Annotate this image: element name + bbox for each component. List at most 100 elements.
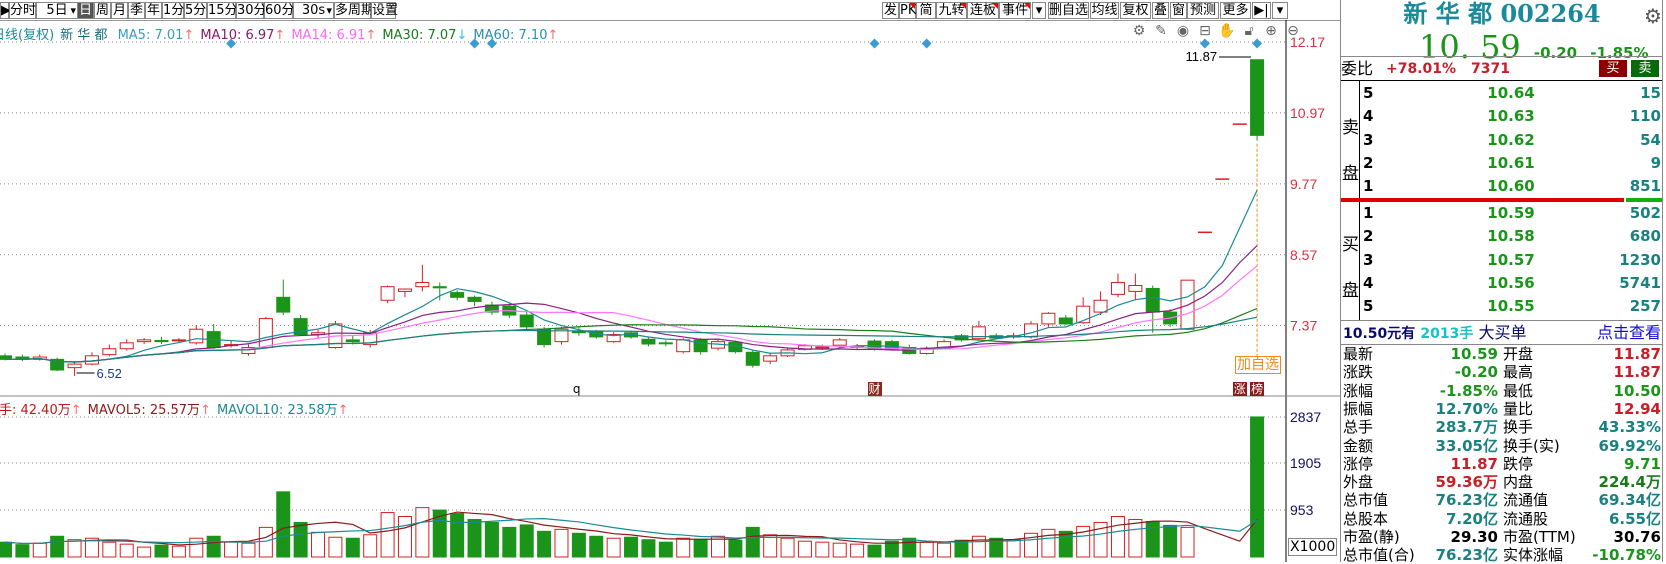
volume-bar [1250,416,1265,558]
candle-body [641,338,656,345]
big-order-row: 10.50元有 2013手 大买单 点击查看 [1343,322,1661,344]
stat-value: 12.70% [1435,399,1498,418]
candle-body [676,339,691,353]
asks-level-row[interactable]: 3 10.62 54 [1361,129,1663,152]
stat-label: 涨幅 [1343,381,1374,400]
volume: 9 [1650,153,1661,172]
view-big-order-link[interactable]: 点击查看 [1597,322,1661,344]
volume-bar [1163,524,1178,558]
stat-row: 总市值 76.23亿 流通值 69.34亿 [1341,491,1663,509]
bids-level-row[interactable]: 2 10.58 680 [1361,225,1663,248]
volume-bar [502,526,517,558]
event-diamond-icon [1199,38,1210,49]
sell-button[interactable]: 卖 [1631,60,1659,77]
stat-value: 6.55亿 [1608,509,1661,528]
candle-body [467,296,482,302]
volume-unit-label: X1000 [1288,538,1338,556]
stat-value: 59.36万 [1435,473,1498,492]
bids-level-row[interactable]: 5 10.55 257 [1361,295,1663,318]
event-marker[interactable]: q [572,382,582,396]
level: 4 [1363,273,1374,292]
stat-label: 涨跌 [1343,363,1374,382]
volume-bar [1145,520,1160,558]
kline-chart[interactable]: 12.17 10.97 9.77 8.57 7.37 2837 1905 953 11.87 6.… [0,0,1340,562]
volume-bar [467,518,482,558]
asks-level-row[interactable]: 2 10.61 9 [1361,152,1663,175]
candle-body [258,318,273,349]
event-marker[interactable]: 财 [867,382,882,396]
buy-side-label: 买盘 [1342,235,1359,301]
price-tick-label: 10.97 [1290,105,1325,121]
volume-bar [363,534,378,558]
level: 1 [1363,204,1374,222]
settings-icon[interactable]: ⚙ [1644,4,1662,28]
add-watchlist-button[interactable]: 加自选 [1235,356,1281,374]
stat-value: -10.78% [1592,546,1661,564]
volume-bar [119,543,134,558]
volume-bar [589,535,604,558]
level: 5 [1363,84,1374,102]
event-diamond-icon [469,38,480,49]
ma14-line [5,265,1258,363]
volume-bar [102,541,117,558]
volume-legend: 总手: 42.40万↑ MAVOL5: 25.57万↑ MAVOL10: 23.58… [0,399,355,418]
volume-bar [537,530,552,558]
price: 10.55 [1487,297,1535,316]
ma10-line [5,245,1258,363]
candle-body [693,339,708,353]
bids-level-row[interactable]: 4 10.56 5741 [1361,272,1663,295]
stat-value: 11.87 [1450,454,1498,473]
stat-label: 金额 [1343,436,1374,455]
asks-level-row[interactable]: 5 10.64 15 [1361,82,1663,105]
volume-tick-label: 953 [1290,502,1314,518]
event-marker[interactable]: 涨 [1232,382,1247,396]
buy-button[interactable]: 买 [1599,60,1627,77]
stat-label: 总股本 [1343,509,1389,528]
stat-row: 总市值(合) 76.23亿 实体涨幅 -10.78% [1341,546,1663,564]
volume-bar [954,539,969,558]
candle-body [171,339,186,342]
stat-label: 换手(实) [1503,436,1560,455]
high-price-label: 11.87 [1186,49,1218,64]
stat-label: 市盈(静) [1343,528,1400,546]
candle-body [137,339,152,343]
candle-body [658,342,673,345]
stat-label: 最低 [1503,381,1534,400]
event-diamond-icon [486,38,497,49]
volume-bar [328,536,343,558]
stat-value: 29.30 [1450,528,1498,546]
volume-bar [15,544,30,558]
volume-bar [937,542,952,558]
volume-bar [397,516,412,558]
event-marker[interactable]: 榜 [1250,382,1265,396]
price: 10.64 [1487,84,1535,102]
volume-bar [571,532,586,558]
side-strip [1662,0,1666,562]
volume-bar [676,537,691,558]
candle-body [1128,284,1143,292]
volume: 851 [1629,177,1661,196]
bids-level-row[interactable]: 1 10.59 502 [1361,202,1663,225]
stat-value: 76.23亿 [1435,491,1498,510]
volume-tick-label: 2837 [1290,409,1321,425]
candle-body [832,339,847,346]
stat-label: 流通股 [1503,509,1549,528]
volume-bar [137,546,152,558]
volume-bar [780,537,795,558]
stat-value: -1.85% [1439,381,1498,400]
bids-level-row[interactable]: 3 10.57 1230 [1361,249,1663,272]
volume-tick-label: 1905 [1290,455,1321,471]
volume-bar [971,535,986,558]
weibi-label: 委比 [1341,59,1374,78]
volume-bar [919,541,934,558]
stat-row: 总手 283.7万 换手 43.33% [1341,418,1663,436]
stat-value: -0.20 [1454,363,1498,382]
volume-bar [1128,518,1143,558]
stat-value: 33.05亿 [1435,436,1498,455]
stat-value: 12.94 [1613,399,1661,418]
asks-level-row[interactable]: 1 10.60 851 [1361,175,1663,198]
asks-level-row[interactable]: 4 10.63 110 [1361,105,1663,128]
sell-side-label: 卖盘 [1342,118,1359,184]
stat-value: 43.33% [1598,418,1661,437]
stat-row: 涨幅 -1.85% 最低 10.50 [1341,382,1663,400]
